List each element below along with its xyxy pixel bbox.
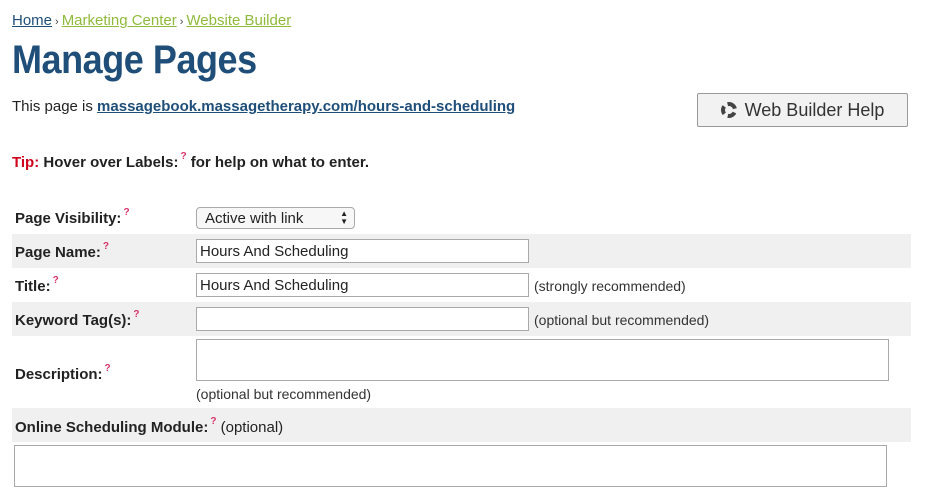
- keywords-input[interactable]: [196, 307, 529, 331]
- breadcrumb-website-builder-link[interactable]: Website Builder: [186, 12, 291, 29]
- description-note: (optional but recommended): [196, 386, 372, 402]
- help-marker-icon[interactable]: ?: [123, 207, 129, 218]
- page-name-input[interactable]: [196, 239, 529, 263]
- web-builder-help-button[interactable]: Web Builder Help: [697, 93, 908, 127]
- tip-text-after: for help on what to enter.: [190, 154, 370, 171]
- visibility-label: Page Visibility:?: [15, 207, 130, 227]
- scheduling-textarea[interactable]: [14, 445, 887, 487]
- lifebuoy-icon: [720, 102, 737, 118]
- breadcrumb-separator: ›: [55, 16, 59, 28]
- form-row-description: Description:? (optional but recommended): [12, 336, 911, 408]
- help-marker-icon[interactable]: ?: [105, 363, 111, 374]
- description-label: Description:?: [15, 363, 111, 383]
- form-row-scheduling-input: [12, 442, 911, 492]
- help-marker-icon[interactable]: ?: [53, 275, 59, 286]
- form-row-keywords: Keyword Tag(s):? (optional but recommend…: [12, 302, 911, 336]
- keywords-label: Keyword Tag(s):?: [15, 309, 140, 329]
- form-row-scheduling: Online Scheduling Module:? (optional): [12, 408, 911, 442]
- form-row-page-name: Page Name:?: [12, 234, 911, 268]
- page-name-label: Page Name:?: [15, 241, 109, 261]
- title-label: Title:?: [15, 275, 59, 295]
- breadcrumb-home-link[interactable]: Home: [12, 12, 52, 29]
- page-title: Manage Pages: [12, 38, 257, 82]
- visibility-select[interactable]: Active with link ▲ ▼: [196, 207, 355, 229]
- title-input[interactable]: [196, 273, 529, 297]
- description-textarea[interactable]: [196, 339, 889, 381]
- tip-text-before: Hover over Labels:: [43, 154, 179, 171]
- breadcrumb-separator: ›: [179, 16, 184, 28]
- form-row-visibility: Page Visibility:? Active with link ▲ ▼: [12, 200, 911, 234]
- tip-label: Tip:: [12, 154, 40, 171]
- page-url-link[interactable]: massagebook.massagetherapy.com/hours-and…: [97, 98, 515, 115]
- help-marker-icon[interactable]: ?: [210, 416, 216, 427]
- visibility-selected-value: Active with link: [205, 210, 304, 227]
- breadcrumb: Home › Marketing Center › Website Builder: [12, 12, 291, 29]
- select-arrows-icon: ▲ ▼: [340, 209, 348, 226]
- web-builder-help-label: Web Builder Help: [744, 99, 885, 120]
- scheduling-label: Online Scheduling Module:? (optional): [15, 416, 284, 436]
- scheduling-note: (optional): [220, 419, 284, 436]
- page-url-prefix: This page is: [12, 98, 93, 115]
- help-marker-icon: ?: [180, 151, 187, 162]
- tip-line: Tip: Hover over Labels:? for help on wha…: [12, 151, 370, 171]
- form-row-title: Title:? (strongly recommended): [12, 268, 911, 302]
- keywords-note: (optional but recommended): [534, 312, 710, 328]
- title-note: (strongly recommended): [534, 278, 686, 294]
- page-url-line: This page is massagebook.massagetherapy.…: [12, 98, 515, 115]
- breadcrumb-marketing-center-link[interactable]: Marketing Center: [62, 12, 177, 29]
- help-marker-icon[interactable]: ?: [103, 241, 109, 252]
- help-marker-icon[interactable]: ?: [133, 309, 139, 320]
